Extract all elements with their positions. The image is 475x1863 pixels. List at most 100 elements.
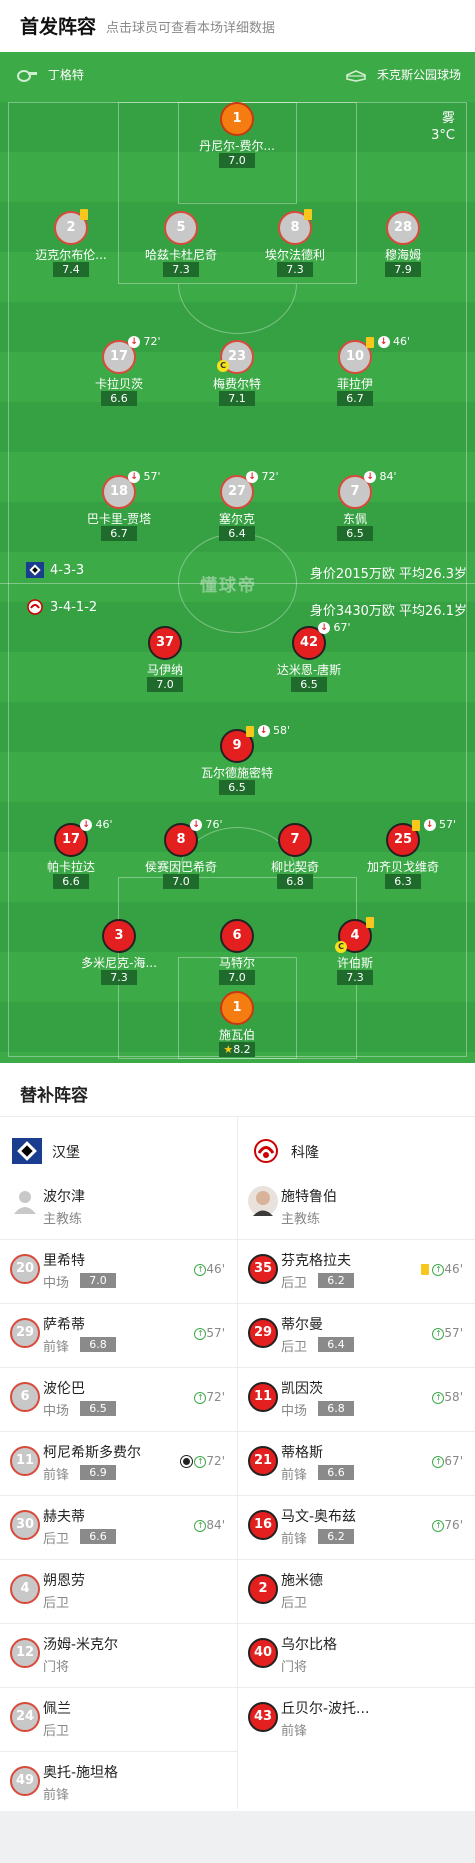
away-sub-player[interactable]: 21 蒂格斯 前锋 6.6 ↑ 67' [238, 1432, 475, 1495]
sub-off-event: ↓ 72' [128, 335, 161, 348]
home-sub-player[interactable]: 49 奥托-施坦格 前锋 [0, 1752, 237, 1815]
coach-role: 主教练 [281, 1212, 321, 1227]
home-player-gk[interactable]: 1 丹尼尔-费尔... 7.0 [182, 102, 292, 168]
away-formation: 3-4-1-2 [50, 600, 98, 615]
player-name: 丹尼尔-费尔... [199, 139, 275, 153]
yellow-card-icon [412, 819, 420, 831]
player-rating: 6.8 [80, 1337, 116, 1352]
player-name: 巴卡里-贾塔 [86, 512, 152, 526]
home-sub-player[interactable]: 29 萨希蒂 前锋 6.8 ↑ 57' [0, 1304, 237, 1367]
away-player[interactable]: 25 加齐贝戈维奇 6.3 [348, 823, 458, 889]
player-name: 侯赛因巴希奇 [144, 860, 217, 874]
home-coach[interactable]: 波尔津 主教练 [0, 1176, 237, 1239]
home-sub-player[interactable]: 24 佩兰 后卫 [0, 1688, 237, 1751]
player-position: 后卫 [281, 1596, 308, 1611]
player-name: 穆海姆 [384, 248, 421, 262]
away-team-header: 科隆 [251, 1136, 451, 1166]
away-player[interactable]: 7 柳比契奇 6.8 [240, 823, 350, 889]
player-position: 中场 [281, 1404, 308, 1419]
home-sub-player[interactable]: 20 里希特 中场 7.0 ↑ 46' [0, 1240, 237, 1303]
sub-off-icon: ↓ [246, 471, 258, 483]
sub-minute: 46' [444, 1262, 463, 1276]
player-name: 丘贝尔-波托... [281, 1701, 370, 1717]
player-number: 1 [220, 102, 254, 136]
home-player[interactable]: 27 塞尔克 6.4 [182, 475, 292, 541]
home-player[interactable]: 7 东佩 6.5 [300, 475, 410, 541]
home-player[interactable]: 23 梅费尔特 7.1 [182, 340, 292, 406]
home-player[interactable]: 5 哈兹卡杜尼奇 7.3 [126, 211, 236, 277]
player-name: 汤姆-米克尔 [43, 1637, 119, 1653]
away-player[interactable]: 8 侯赛因巴希奇 7.0 [126, 823, 236, 889]
home-player[interactable]: 17 卡拉贝茨 6.6 [64, 340, 174, 406]
away-player[interactable]: 42 达米恩-唐斯 6.5 [254, 626, 364, 692]
home-player[interactable]: 18 巴卡里-贾塔 6.7 [64, 475, 174, 541]
away-coach[interactable]: 施特鲁伯 主教练 [238, 1176, 475, 1239]
player-position: 后卫 [281, 1340, 308, 1355]
player-number: 35 [248, 1254, 278, 1284]
away-player[interactable]: 4 许伯斯 7.3 [300, 919, 410, 985]
lineup-header: 首发阵容 点击球员可查看本场详细数据 [0, 0, 475, 52]
player-number: 3 [102, 919, 136, 953]
home-sub-player[interactable]: 30 赫夫蒂 后卫 6.6 ↑ 84' [0, 1496, 237, 1559]
away-sub-player[interactable]: 40 乌尔比格 门将 [238, 1624, 475, 1687]
lineup-title: 首发阵容 [20, 16, 97, 38]
player-position: 前锋 [43, 1788, 70, 1803]
player-name: 马伊纳 [146, 663, 183, 677]
away-sub-player[interactable]: 29 蒂尔曼 后卫 6.4 ↑ 57' [238, 1304, 475, 1367]
away-player-gk[interactable]: 1 施瓦伯 ★8.2 [182, 991, 292, 1057]
player-name: 奥托-施坦格 [43, 1765, 119, 1781]
sub-off-icon: ↓ [128, 471, 140, 483]
player-rating: 6.5 [80, 1401, 116, 1416]
away-sub-player[interactable]: 16 马文-奥布兹 前锋 6.2 ↑ 76' [238, 1496, 475, 1559]
player-number: 5 [164, 211, 198, 245]
away-formation-row: 3-4-1-2 身价3430万欧 平均26.1岁 [0, 597, 475, 619]
football-goal-icon [181, 1456, 193, 1467]
away-player[interactable]: 9 瓦尔德施密特 6.5 [182, 729, 292, 795]
sub-on-icon: ↑ [194, 1519, 207, 1532]
away-player[interactable]: 6 马特尔 7.0 [182, 919, 292, 985]
sub-on-event: ↑ 46' [194, 1262, 225, 1276]
sub-minute: 72' [206, 1390, 225, 1404]
player-name: 塞尔克 [218, 512, 255, 526]
away-sub-player[interactable]: 43 丘贝尔-波托... 前锋 [238, 1688, 475, 1751]
home-player[interactable]: 2 迈克尔布伦... 7.4 [16, 211, 126, 277]
player-name: 加齐贝戈维奇 [366, 860, 439, 874]
temperature-text: 3°C [431, 128, 455, 143]
sub-minute: 72' [143, 335, 161, 348]
player-rating: 7.4 [53, 262, 89, 277]
player-name: 波伦巴 [43, 1381, 85, 1397]
away-sub-player[interactable]: 35 芬克格拉夫 后卫 6.2 ↑ 46' [238, 1240, 475, 1303]
player-name: 柳比契奇 [270, 860, 319, 874]
player-rating: 7.0 [163, 874, 199, 889]
home-sub-player[interactable]: 11 柯尼希斯多费尔 前锋 6.9 ↑ 72' [0, 1432, 237, 1495]
sub-off-icon: ↓ [364, 471, 376, 483]
home-player[interactable]: 8 埃尔法德利 7.3 [240, 211, 350, 277]
sub-off-event: ↓ 72' [246, 470, 279, 483]
player-position: 前锋 [281, 1532, 308, 1547]
home-sub-player[interactable]: 12 汤姆-米克尔 门将 [0, 1624, 237, 1687]
player-rating: 7.3 [277, 262, 313, 277]
home-team-header: 汉堡 [12, 1136, 212, 1166]
player-name: 赫夫蒂 [43, 1509, 85, 1525]
sub-on-icon: ↑ [194, 1391, 207, 1404]
away-player[interactable]: 37 马伊纳 7.0 [110, 626, 220, 692]
player-rating: 7.3 [101, 970, 137, 985]
home-sub-player[interactable]: 4 朔恩劳 后卫 [0, 1560, 237, 1623]
away-sub-player[interactable]: 11 凯因茨 中场 6.8 ↑ 58' [238, 1368, 475, 1431]
away-player[interactable]: 3 多米尼克-海... 7.3 [64, 919, 174, 985]
sub-on-icon: ↑ [194, 1263, 207, 1276]
stadium-name: 禾克斯公园球场 [376, 68, 461, 82]
away-sub-player[interactable]: 2 施米德 后卫 [238, 1560, 475, 1623]
player-position: 门将 [43, 1660, 70, 1675]
player-name: 乌尔比格 [281, 1637, 337, 1653]
away-player[interactable]: 17 帕卡拉达 6.6 [16, 823, 126, 889]
yellow-card-icon [420, 1264, 429, 1275]
player-rating: 7.0 [147, 677, 183, 692]
player-rating: 6.6 [80, 1529, 116, 1544]
home-player[interactable]: 10 菲拉伊 6.7 [300, 340, 410, 406]
home-sub-player[interactable]: 6 波伦巴 中场 6.5 ↑ 72' [0, 1368, 237, 1431]
sub-off-icon: ↓ [190, 819, 202, 831]
player-rating: 7.9 [385, 262, 421, 277]
sub-minute: 57' [143, 470, 161, 483]
home-player[interactable]: 28 穆海姆 7.9 [348, 211, 458, 277]
